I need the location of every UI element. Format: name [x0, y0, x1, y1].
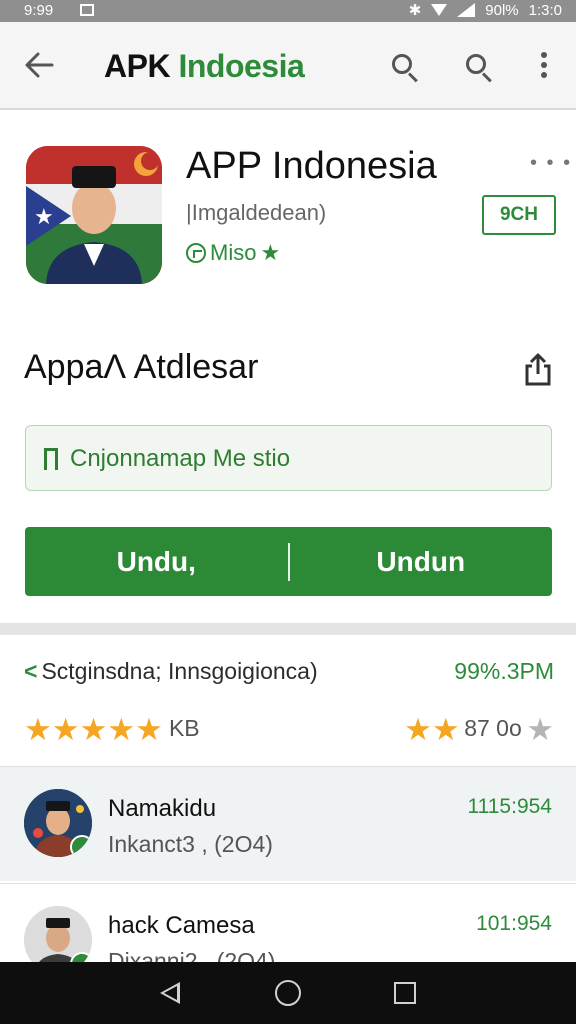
notice-banner[interactable]: Cnjonnamap Me stio	[25, 425, 552, 491]
stars-left-icons: ★★★★★	[24, 712, 163, 747]
signal-icon	[457, 3, 476, 17]
stars-right-icons: ★★	[404, 712, 460, 747]
rating-stars-left: ★★★★★ KB	[24, 714, 200, 746]
image-notification-icon	[80, 4, 94, 16]
rating-circle-icon	[186, 243, 206, 263]
rating-label: Miso	[210, 240, 257, 265]
status-bar: 9:99 ✱ 90l% 1:3:0	[0, 0, 576, 22]
rating-star-icon: ★	[260, 240, 281, 265]
list-item-number: 101:954	[476, 912, 552, 935]
ratings-row: ★★★★★ KB ★★ 87 0o ★	[24, 714, 554, 748]
app-bar-title: APK Indoesia	[104, 48, 305, 85]
notice-text: Cnjonnamap Me stio	[70, 445, 291, 472]
list-item[interactable]: Namakidu Inkanct3 , (2O4) 1115:954	[0, 766, 576, 881]
app-name: APP Indonesia	[186, 145, 437, 187]
list-item-subtitle: Inkanct3 , (2O4)	[108, 831, 273, 857]
size-badge: 9CH	[482, 195, 556, 235]
app-bar: APK Indoesia	[0, 22, 576, 110]
section-divider	[0, 623, 576, 635]
list-item-name: hack Camesa	[108, 912, 255, 939]
stars-left-count: KB	[168, 715, 200, 741]
back-arrow-icon[interactable]	[22, 48, 62, 84]
nav-home-icon[interactable]	[275, 980, 301, 1006]
list-item-name: Namakidu	[108, 795, 217, 822]
nav-back-icon[interactable]	[160, 982, 180, 1004]
status-time: 9:99	[24, 2, 54, 19]
status-clock: 1:3:0	[528, 1, 562, 19]
download-button-left[interactable]: Undu,	[25, 546, 288, 578]
bluetooth-icon: ✱	[408, 2, 422, 19]
search-icon-secondary[interactable]	[464, 52, 494, 83]
status-icons: ✱ 90l% 1:3:0	[408, 1, 562, 20]
nav-recents-icon[interactable]	[394, 982, 416, 1004]
info-right-text: 99%.3PM	[454, 658, 554, 684]
overflow-menu-icon[interactable]	[536, 52, 552, 82]
download-button-right[interactable]: Undun	[290, 546, 553, 578]
avatar	[24, 789, 92, 857]
verified-badge-icon	[70, 835, 92, 857]
share-icon[interactable]	[524, 352, 552, 386]
chevron-left-icon[interactable]: <	[24, 658, 37, 684]
search-icon[interactable]	[390, 52, 420, 83]
app-rating: Miso ★	[186, 240, 280, 266]
title-indonesia: Indoesia	[178, 48, 305, 84]
battery-percent: 90l%	[485, 1, 519, 19]
list-item-number: 1115:954	[467, 795, 552, 818]
star-empty-icon: ★	[526, 712, 554, 747]
more-dots-icon[interactable]: • • •	[530, 152, 572, 175]
app-icon: ★	[26, 146, 162, 284]
info-left-text: Sctginsdna; Innsgoigionca)	[41, 658, 318, 684]
section-title: AppaΛ Atdlesar	[24, 348, 259, 386]
system-nav-bar	[0, 962, 576, 1024]
download-button[interactable]: Undu, Undun	[25, 527, 552, 596]
bookmark-icon	[44, 448, 58, 470]
title-apk: APK	[104, 48, 179, 84]
app-developer[interactable]: |Imgaldedean)	[186, 200, 326, 226]
svg-text:★: ★	[34, 205, 54, 230]
wifi-icon	[431, 4, 448, 16]
rating-stars-right: ★★ 87 0o ★	[404, 714, 554, 746]
stars-right-count: 87 0o	[464, 715, 522, 741]
